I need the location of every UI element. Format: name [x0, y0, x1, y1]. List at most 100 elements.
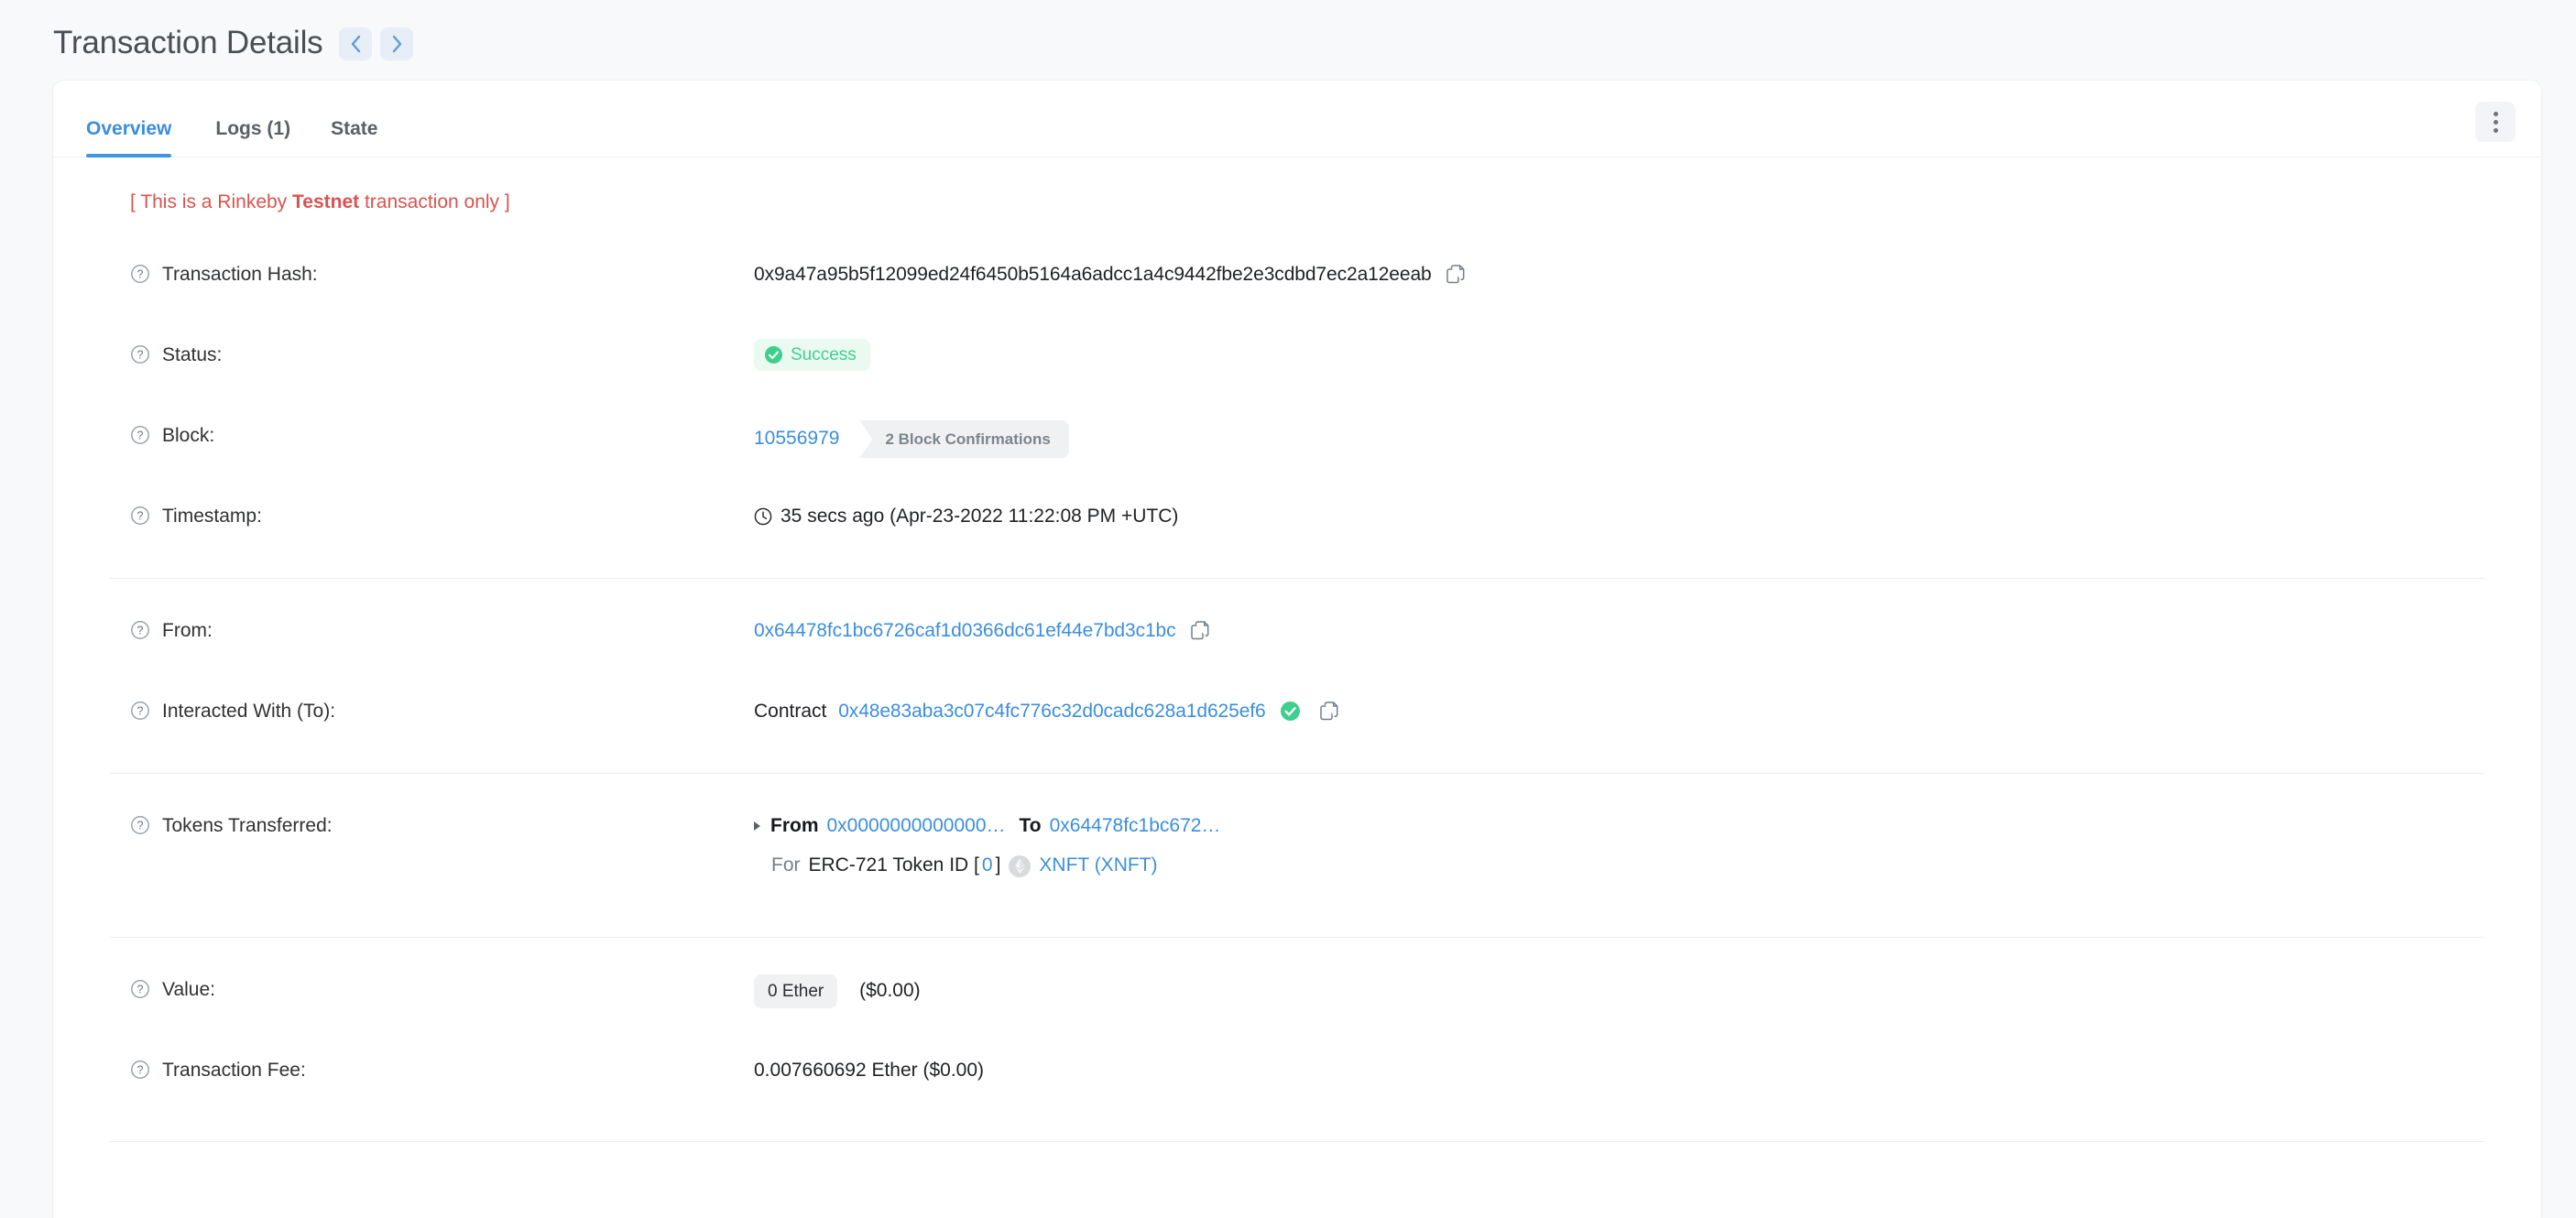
help-icon[interactable]: ?	[130, 620, 150, 640]
ether-amount-badge: 0 Ether	[754, 974, 838, 1008]
token-name-link[interactable]: XNFT (XNFT)	[1039, 852, 1157, 879]
page-header: Transaction Details	[0, 0, 2576, 81]
help-icon[interactable]: ?	[130, 264, 150, 284]
label-text: Value:	[162, 979, 215, 1000]
row-block: ? Block: 10556979 2 Block Confirmations	[53, 400, 2541, 481]
help-icon[interactable]: ?	[130, 344, 150, 364]
from-keyword: From	[770, 815, 819, 836]
row-interacted-with: ? Interacted With (To): Contract 0x48e83…	[53, 676, 2541, 756]
value-transaction-fee: 0.007660692 Ether ($0.00)	[754, 1035, 2541, 1084]
check-circle-icon	[765, 346, 782, 364]
token-id-link[interactable]: 0	[982, 852, 993, 879]
tab-state[interactable]: State	[311, 119, 398, 157]
copy-icon	[1320, 701, 1338, 721]
block-wrapper: 10556979 2 Block Confirmations	[754, 420, 2541, 458]
label-text: From:	[162, 620, 213, 641]
help-icon[interactable]: ?	[130, 1060, 150, 1080]
page-title: Transaction Details	[53, 24, 323, 60]
row-value: ? Value: 0 Ether ($0.00)	[53, 954, 2541, 1035]
transaction-fee-text: 0.007660692 Ether ($0.00)	[754, 1060, 985, 1081]
record-navigation	[339, 27, 414, 60]
copy-contract-address-icon[interactable]	[1320, 701, 1338, 729]
usd-amount-text: ($0.00)	[859, 980, 921, 1001]
status-badge: Success	[754, 339, 870, 371]
label-transaction-fee: ? Transaction Fee:	[130, 1035, 754, 1080]
transaction-hash-text: 0x9a47a95b5f12099ed24f6450b5164a6adcc1a4…	[754, 264, 1432, 285]
testnet-banner: [ This is a Rinkeby Testnet transaction …	[53, 158, 2541, 239]
token-id-bracket-close: ]	[995, 854, 1001, 876]
label-text: Interacted With (To):	[162, 701, 336, 722]
svg-text:?: ?	[137, 984, 144, 996]
help-icon[interactable]: ?	[130, 815, 150, 835]
token-standard-text: ERC-721 Token ID [	[808, 854, 979, 876]
kebab-menu-icon	[2493, 111, 2498, 116]
tab-list: Overview Logs (1) State	[53, 81, 398, 158]
copy-transaction-hash-icon[interactable]	[1446, 265, 1465, 292]
kebab-menu-icon	[2493, 127, 2498, 133]
label-transaction-hash: ? Transaction Hash:	[130, 239, 754, 284]
svg-text:?: ?	[137, 349, 144, 362]
banner-emphasis: Testnet	[292, 191, 360, 212]
token-transfer-details: For ERC-721 Token ID [ 0 ] XNFT (XNFT)	[754, 852, 2541, 879]
kebab-menu-icon	[2493, 119, 2498, 125]
transaction-details-card: Overview Logs (1) State [ This is a Rink…	[53, 81, 2541, 1218]
label-block: ? Block:	[130, 400, 754, 445]
help-icon[interactable]: ?	[130, 701, 150, 721]
label-text: Timestamp:	[162, 506, 262, 527]
label-text: Transaction Hash:	[162, 264, 318, 285]
svg-text:?: ?	[137, 705, 144, 718]
svg-text:?: ?	[137, 625, 144, 637]
label-timestamp: ? Timestamp:	[130, 481, 754, 526]
contract-prefix: Contract	[754, 701, 827, 722]
tab-overview[interactable]: Overview	[86, 119, 195, 158]
expand-caret-icon[interactable]	[754, 821, 760, 832]
token-from-address-link[interactable]: 0x0000000000000…	[827, 812, 1006, 840]
next-transaction-button[interactable]	[380, 27, 414, 60]
from-address-link[interactable]: 0x64478fc1bc6726caf1d0366dc61ef44e7bd3c1…	[754, 620, 1176, 641]
svg-text:?: ?	[137, 268, 144, 281]
check-circle-icon	[1281, 701, 1301, 721]
row-transaction-fee: ? Transaction Fee: 0.007660692 Ether ($0…	[53, 1035, 2541, 1115]
help-icon[interactable]: ?	[130, 979, 150, 999]
clock-icon	[754, 507, 772, 526]
tab-logs[interactable]: Logs (1)	[195, 119, 311, 157]
label-interacted-with: ? Interacted With (To):	[130, 676, 754, 721]
for-keyword: For	[771, 854, 801, 876]
value-tokens-transferred: From 0x0000000000000… To 0x64478fc1bc672…	[754, 790, 2541, 880]
timestamp-text: 35 secs ago (Apr-23-2022 11:22:08 PM +UT…	[780, 506, 1179, 527]
row-from: ? From: 0x64478fc1bc6726caf1d0366dc61ef4…	[53, 595, 2541, 676]
row-tokens-transferred: ? Tokens Transferred: From 0x00000000000…	[53, 790, 2541, 937]
label-text: Status:	[162, 344, 223, 365]
value-block: 10556979 2 Block Confirmations	[754, 400, 2541, 458]
timestamp-wrapper: 35 secs ago (Apr-23-2022 11:22:08 PM +UT…	[754, 503, 2541, 530]
verified-contract-icon	[1281, 701, 1301, 729]
banner-suffix: transaction only ]	[359, 191, 510, 212]
help-icon[interactable]: ?	[130, 506, 150, 526]
label-from: ? From:	[130, 595, 754, 640]
label-value: ? Value:	[130, 954, 754, 999]
help-icon[interactable]: ?	[130, 425, 150, 445]
svg-text:?: ?	[137, 430, 144, 442]
tab-bar: Overview Logs (1) State	[53, 81, 2541, 158]
previous-transaction-button[interactable]	[339, 27, 373, 60]
token-to-address-link[interactable]: 0x64478fc1bc672…	[1050, 812, 1221, 840]
label-text: Block:	[162, 425, 215, 446]
banner-prefix: [ This is a Rinkeby	[130, 191, 293, 212]
value-from: 0x64478fc1bc6726caf1d0366dc61ef44e7bd3c1…	[754, 595, 2541, 648]
label-text: Transaction Fee:	[162, 1060, 306, 1081]
to-keyword: To	[1019, 815, 1042, 836]
contract-address-link[interactable]: 0x48e83aba3c07c4fc776c32d0cadc628a1d625e…	[838, 701, 1265, 722]
block-confirmations-badge: 2 Block Confirmations	[859, 420, 1069, 458]
more-options-button[interactable]	[2475, 102, 2516, 142]
block-number-link[interactable]: 10556979	[754, 425, 839, 452]
value-amount: 0 Ether ($0.00)	[754, 954, 2541, 1008]
copy-from-address-icon[interactable]	[1191, 621, 1209, 648]
value-transaction-hash: 0x9a47a95b5f12099ed24f6450b5164a6adcc1a4…	[754, 239, 2541, 292]
token-transfer-addresses: From 0x0000000000000… To 0x64478fc1bc672…	[754, 812, 2541, 840]
